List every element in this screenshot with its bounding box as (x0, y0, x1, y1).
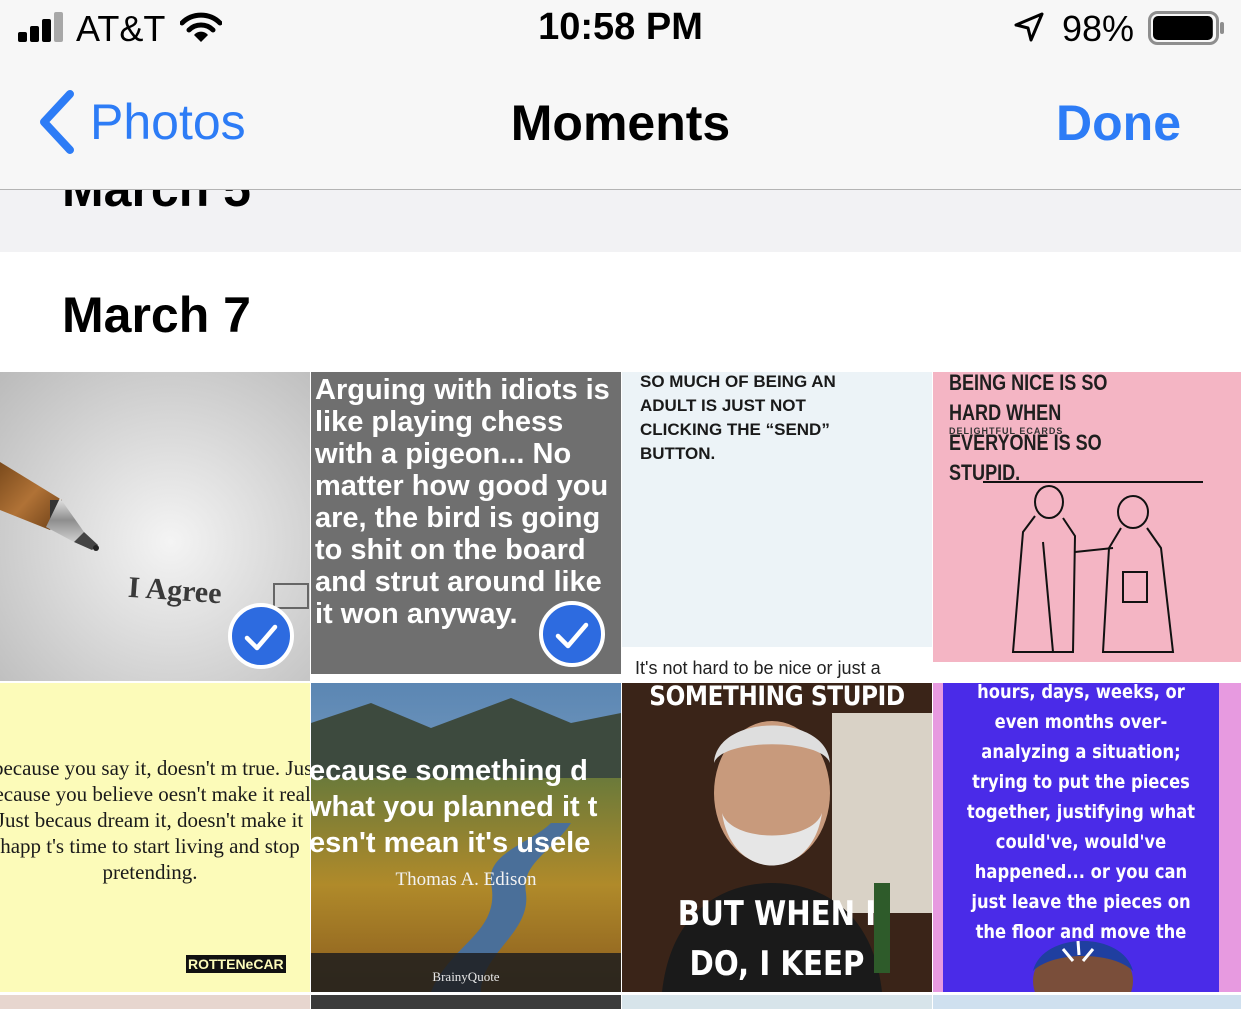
photo-thumbnail-partial[interactable] (0, 995, 310, 1009)
tile-caption: It's not hard to be nice or just a (635, 658, 881, 678)
tile-text: I Agree (126, 570, 223, 611)
photo-thumbnail-arguing-quote[interactable]: Arguing with idiots is like playing ches… (311, 372, 621, 674)
photo-thumbnail-rotten-ecard[interactable]: t because you say it, doesn't m true. Ju… (0, 683, 310, 992)
meme-top-text: SOMETHING STUPID (649, 683, 905, 712)
location-arrow-icon (1014, 12, 1044, 42)
done-button[interactable]: Done (1056, 94, 1181, 152)
tile-brand: DELIGHTFUL ECARDS (949, 426, 1064, 436)
photo-thumbnail-ecard[interactable]: BEING NICE IS SO HARD WHEN EVERYONE IS S… (933, 372, 1241, 681)
photo-thumbnail-partial[interactable] (622, 995, 932, 1009)
tile-text: SO MUCH OF BEING AN ADULT IS JUST NOT CL… (640, 372, 836, 463)
battery-icon (1148, 11, 1224, 45)
photo-thumbnail-partial[interactable] (933, 995, 1241, 1009)
bandana-portrait-image (1033, 940, 1133, 992)
photo-thumbnail-tupac-quote[interactable]: hours, days, weeks, or even months over-… (933, 683, 1241, 992)
tile-text: t because you say it, doesn't m true. Ju… (0, 756, 310, 884)
status-bar: AT&T 10:58 PM 98% (0, 0, 1241, 58)
selected-checkmark-icon (228, 603, 294, 669)
photo-thumbnail-edison-quote[interactable]: ecause something d what you planned it t… (311, 683, 621, 992)
tile-text: ecause something d what you planned it t… (311, 755, 598, 859)
ecard-illustration (983, 481, 1203, 653)
tile-brand: BrainyQuote (432, 969, 500, 984)
previous-section-title: March 5 (62, 190, 251, 218)
tile-author: Thomas A. Edison (395, 869, 537, 890)
section-header: March 7 (0, 252, 1241, 372)
photo-thumbnail-meme[interactable]: SOMETHING STUPID BUT WHEN I DO, I KEEP T… (622, 683, 932, 992)
clock-time: 10:58 PM (538, 6, 703, 48)
battery-percent: 98% (1062, 8, 1135, 49)
tile-text: Arguing with idiots is like playing ches… (315, 374, 610, 630)
tile-brand: ROTTENeCAR (186, 955, 286, 973)
meme-bottom-text: BUT WHEN I DO, I KEEP TALKING TO (677, 894, 877, 984)
photo-thumbnail-adult-quote[interactable]: SO MUCH OF BEING AN ADULT IS JUST NOT CL… (622, 372, 932, 681)
navigation-bar: Photos Moments Done (0, 58, 1241, 190)
section-title: March 7 (62, 287, 251, 343)
photo-thumbnail-i-agree[interactable]: I Agree (0, 372, 310, 681)
previous-section-header: March 5 (0, 190, 1241, 252)
battery-fill (1153, 16, 1213, 40)
photo-grid: I Agree Arguing with idiots is like play… (0, 372, 1241, 1009)
selected-checkmark-icon (539, 601, 605, 667)
page-title: Moments (510, 95, 731, 151)
photo-thumbnail-partial[interactable] (311, 995, 621, 1009)
